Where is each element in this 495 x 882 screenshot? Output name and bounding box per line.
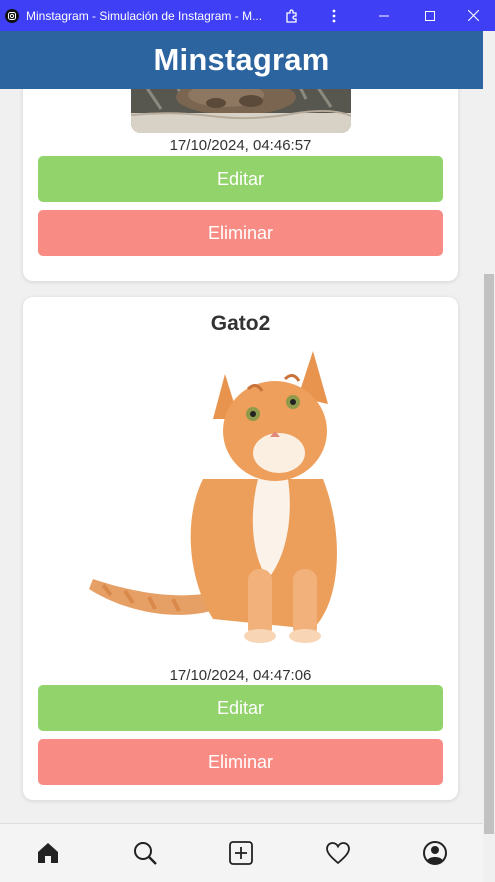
profile-icon[interactable]: [415, 833, 455, 873]
app-header: Minstagram: [0, 31, 483, 89]
post-card: 17/10/2024, 04:46:57 Editar Eliminar: [23, 89, 458, 281]
edit-button[interactable]: Editar: [38, 685, 443, 731]
close-icon[interactable]: [451, 0, 495, 31]
app-title: Minstagram: [153, 42, 330, 77]
window-title: Minstagram - Simulación de Instagram - M…: [26, 8, 263, 23]
post-image: [53, 349, 353, 649]
feed[interactable]: 17/10/2024, 04:46:57 Editar Eliminar Gat…: [0, 89, 483, 823]
more-options-icon[interactable]: [312, 0, 356, 31]
delete-button[interactable]: Eliminar: [38, 739, 443, 785]
delete-button[interactable]: Eliminar: [38, 210, 443, 256]
post-title: Gato2: [210, 312, 271, 335]
extensions-icon[interactable]: [270, 0, 314, 31]
heart-icon[interactable]: [318, 833, 358, 873]
add-post-icon[interactable]: [221, 833, 261, 873]
post-timestamp: 17/10/2024, 04:46:57: [169, 137, 312, 154]
search-icon[interactable]: [125, 833, 165, 873]
post-timestamp: 17/10/2024, 04:47:06: [169, 667, 312, 684]
app-icon: [5, 8, 19, 23]
home-icon[interactable]: [28, 833, 68, 873]
scrollbar-thumb[interactable]: [484, 274, 494, 834]
post-image: [131, 89, 351, 133]
post-card: Gato2 17/10/2024, 04:47:06 Editar Elimin…: [23, 297, 458, 800]
maximize-icon[interactable]: [408, 0, 452, 31]
edit-button[interactable]: Editar: [38, 156, 443, 202]
bottom-nav: [0, 823, 483, 882]
window-titlebar: Minstagram - Simulación de Instagram - M…: [0, 0, 495, 31]
minimize-icon[interactable]: [362, 0, 406, 31]
